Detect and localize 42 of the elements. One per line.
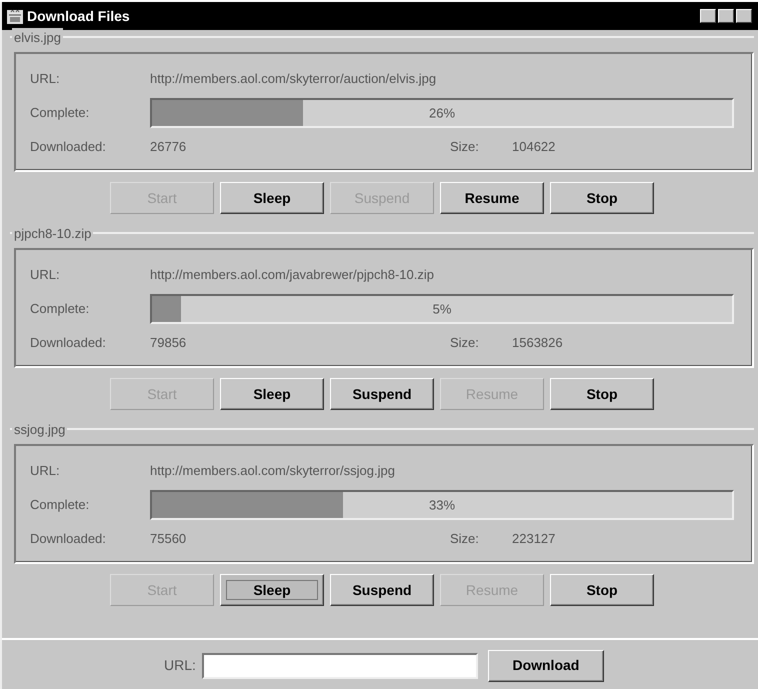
control-button[interactable]: Suspend [330, 574, 434, 606]
url-value: http://members.aol.com/skyterror/auction/elvis.jpg [150, 70, 436, 88]
field-label: Size: [450, 138, 480, 156]
size-value: 104622 [512, 138, 556, 156]
progress-percent: 33% [428, 496, 456, 514]
downloaded-value: 75560 [150, 530, 188, 548]
field-label: URL: [30, 70, 61, 88]
url-value: http://members.aol.com/skyterror/ssjog.jpg [150, 462, 395, 480]
field-label: Downloaded: [30, 530, 107, 548]
app-icon [6, 7, 24, 25]
field-label: Size: [450, 334, 480, 352]
size-value: 1563826 [512, 334, 563, 352]
downloaded-value: 26776 [150, 138, 188, 156]
control-button[interactable]: Stop [550, 574, 654, 606]
downloaded-value: 79856 [150, 334, 188, 352]
field-label: Size: [450, 530, 480, 548]
download-button[interactable]: Download [488, 650, 604, 682]
maximize-button[interactable] [718, 9, 734, 23]
control-button[interactable]: Stop [550, 182, 654, 214]
progress-percent: 26% [428, 104, 456, 122]
section-title: elvis.jpg [12, 28, 63, 48]
field-label: Complete: [30, 104, 90, 122]
window-title: Download Files [27, 6, 130, 26]
progress-percent: 5% [432, 300, 452, 318]
control-button[interactable]: Suspend [330, 378, 434, 410]
url-value: http://members.aol.com/javabrewer/pjpch8-10.zip [150, 266, 434, 284]
field-label: Complete: [30, 300, 90, 318]
minimize-button[interactable] [700, 9, 716, 23]
control-button[interactable]: Sleep [220, 182, 324, 214]
field-label: Downloaded: [30, 138, 107, 156]
url-input[interactable] [202, 652, 478, 678]
control-button[interactable]: Sleep [220, 378, 324, 410]
control-button[interactable]: Sleep [220, 574, 324, 606]
url-label: URL: [164, 656, 196, 675]
control-button[interactable]: Stop [550, 378, 654, 410]
field-label: Downloaded: [30, 334, 107, 352]
field-label: URL: [30, 266, 61, 284]
close-button[interactable] [736, 9, 752, 23]
control-button[interactable]: Resume [440, 182, 544, 214]
field-label: URL: [30, 462, 61, 480]
size-value: 223127 [512, 530, 556, 548]
field-label: Complete: [30, 496, 90, 514]
